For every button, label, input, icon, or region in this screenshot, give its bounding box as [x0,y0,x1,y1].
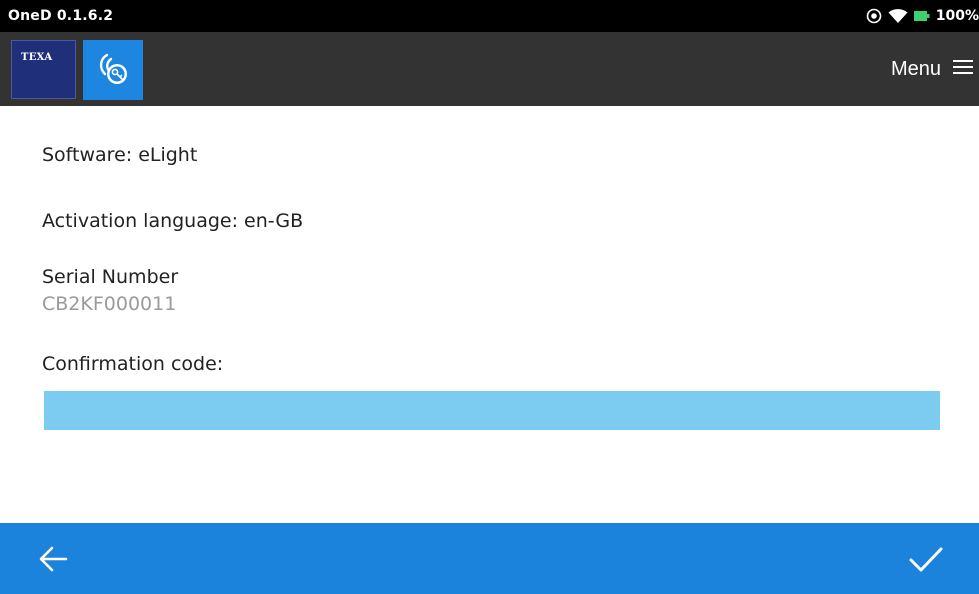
confirmation-code-input[interactable] [44,391,940,430]
status-icons: 100% [866,6,979,26]
status-app-title: OneD 0.1.6.2 [8,8,114,24]
bottom-action-bar [0,523,979,594]
battery-percentage: 100% [935,8,979,24]
texa-logo-text: TEXA [21,52,53,63]
activation-key-icon [83,40,143,100]
app-bar: TEXA Menu [0,32,979,106]
record-icon [866,8,882,24]
hamburger-icon [953,59,973,79]
confirm-button[interactable] [901,537,951,581]
serial-number-value: CB2KF000011 [42,293,177,315]
serial-number-label: Serial Number [42,266,179,288]
texa-logo: TEXA [11,40,76,99]
checkmark-icon [901,537,951,581]
software-line: Software: eLight [42,144,198,166]
status-bar: OneD 0.1.6.2 100% [0,0,979,32]
back-button[interactable] [30,537,80,581]
wifi-icon [888,8,908,24]
activation-language-line: Activation language: en-GB [42,210,304,232]
confirmation-code-label: Confirmation code: [42,353,224,375]
battery-icon [913,10,930,22]
menu-label: Menu [890,57,941,80]
arrow-left-icon [30,537,80,581]
menu-button[interactable]: Menu [891,54,973,84]
